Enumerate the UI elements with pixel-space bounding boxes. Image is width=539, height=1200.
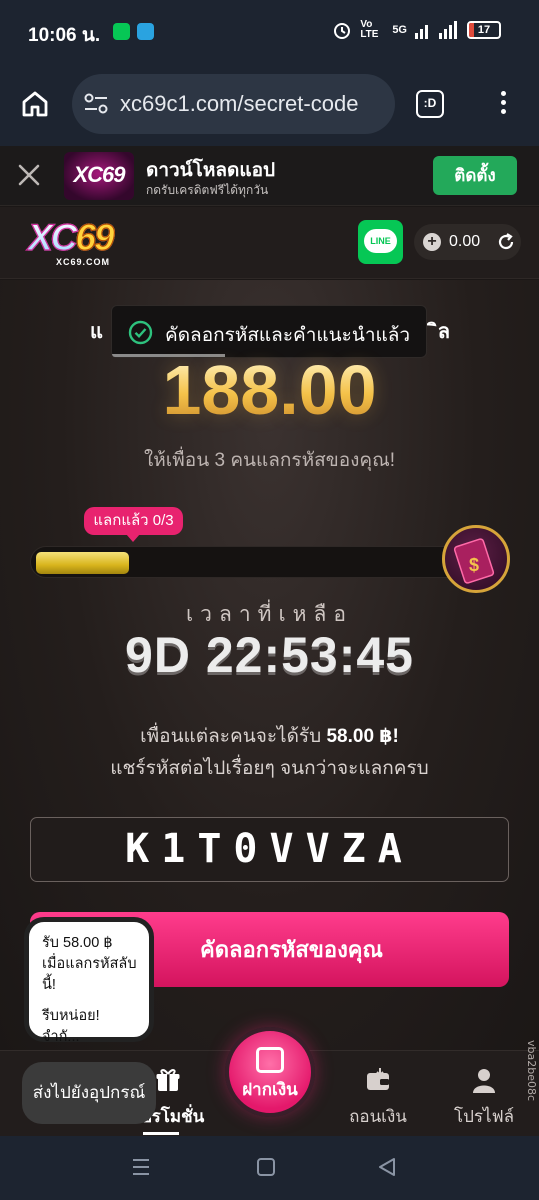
- telegram-notification-icon: [137, 23, 154, 40]
- network-label: Vo LTE: [360, 19, 379, 40]
- address-bar[interactable]: xc69c1.com/secret-code: [72, 74, 395, 134]
- notification-line-2: รีบหน่อย! จำกั...: [42, 1008, 100, 1045]
- deposit-icon: [256, 1047, 284, 1073]
- signal-label: 5G: [392, 24, 407, 36]
- battery-icon: 17: [467, 21, 501, 39]
- promo-title-right: ิล: [437, 321, 450, 343]
- nav-active-indicator: [143, 1132, 179, 1135]
- deposit-label: ฝากเงิน: [242, 1080, 298, 1099]
- back-icon[interactable]: [376, 1156, 398, 1178]
- reward-text: เพื่อนแต่ละคนจะได้รับ 58.00 ฿!: [0, 721, 539, 751]
- url-text: xc69c1.com/secret-code: [120, 91, 359, 116]
- browser-toolbar: xc69c1.com/secret-code :D: [0, 62, 539, 146]
- status-time: 10:06 น.: [28, 25, 101, 46]
- reward-amount: 58.00 ฿!: [326, 726, 399, 747]
- line-contact-button[interactable]: LINE: [358, 220, 403, 264]
- home-button-icon[interactable]: [255, 1156, 277, 1178]
- app-download-banner: XC69 ดาวน์โหลดแอป กดรับเครดิตฟรีได้ทุกวั…: [0, 146, 539, 206]
- version-tag: vba2be08c: [525, 1040, 538, 1102]
- redeem-progress-fill: [36, 552, 129, 574]
- send-to-device-toast[interactable]: ส่งไปยังอุปกรณ์: [22, 1062, 156, 1124]
- add-funds-icon[interactable]: +: [423, 233, 441, 251]
- share-instructions: แชร์รหัสต่อไปเรื่อยๆ จนกว่าจะแลกครบ: [110, 758, 429, 779]
- balance-pill: + 0.00: [414, 224, 521, 260]
- countdown-timer: 9D 22:53:45: [125, 627, 414, 683]
- recent-apps-icon[interactable]: [130, 1156, 152, 1178]
- refresh-icon[interactable]: [496, 232, 516, 252]
- wallet-icon: [367, 1068, 389, 1090]
- bonus-amount: 188.00: [0, 350, 539, 430]
- notification-line-1: รับ 58.00 ฿ เมื่อแลกรหัสลับนี้!: [42, 935, 137, 993]
- install-button[interactable]: ติดตั้ง: [433, 156, 517, 195]
- home-icon[interactable]: [20, 89, 50, 119]
- nav-profile[interactable]: โปรไฟล์: [446, 1051, 522, 1137]
- alarm-icon: [334, 23, 351, 39]
- app-logo: XC69: [64, 152, 134, 200]
- logo-domain: XC69.COM: [56, 257, 111, 267]
- balance-amount: 0.00: [449, 233, 481, 250]
- deposit-button[interactable]: ฝากเงิน: [225, 1027, 315, 1117]
- logo-number: 69: [75, 217, 115, 258]
- redeem-progress-bar: [30, 546, 466, 578]
- redeemed-count-badge: แลกแล้ว 0/3: [84, 507, 183, 542]
- site-logo[interactable]: XC69 XC69.COM: [27, 217, 150, 269]
- signal-icon: [415, 21, 457, 39]
- nav-withdraw[interactable]: ถอนเงิน: [340, 1051, 416, 1137]
- notification-popup[interactable]: รับ 58.00 ฿ เมื่อแลกรหัสลับนี้! รีบหน่อย…: [24, 917, 154, 1045]
- logo-letters: XC: [27, 217, 78, 258]
- site-header: XC69 XC69.COM LINE + 0.00: [0, 207, 539, 279]
- ticket-reward-icon: $: [442, 525, 510, 593]
- gift-icon: [156, 1069, 180, 1091]
- status-indicators: Vo LTE 5G 17: [332, 20, 501, 40]
- promo-title-left: แ: [90, 321, 103, 343]
- tab-switcher-button[interactable]: :D: [416, 90, 444, 118]
- svg-text:$: $: [469, 555, 479, 575]
- system-navigation-bar: [0, 1136, 539, 1200]
- check-circle-icon: [128, 320, 153, 345]
- more-menu-icon[interactable]: [491, 88, 515, 122]
- line-notification-icon: [113, 23, 130, 40]
- close-icon[interactable]: [16, 162, 42, 188]
- site-settings-icon[interactable]: [84, 93, 108, 115]
- user-icon: [473, 1069, 495, 1093]
- status-bar: 10:06 น. Vo LTE 5G 17: [0, 0, 539, 62]
- line-icon: LINE: [364, 229, 397, 253]
- toast-message: คัดลอกรหัสและคำแนะนำแล้ว: [165, 325, 411, 346]
- nav-withdraw-label: ถอนเงิน: [349, 1107, 407, 1126]
- reward-prefix: เพื่อนแต่ละคนจะได้รับ: [140, 726, 327, 747]
- nav-profile-label: โปรไฟล์: [453, 1107, 515, 1126]
- banner-subtitle: กดรับเครดิตฟรีได้ทุกวัน: [146, 183, 269, 197]
- battery-level-fill: [469, 23, 475, 37]
- invite-instructions: ให้เพื่อน 3 คนแลกรหัสของคุณ!: [143, 450, 396, 471]
- secret-code-field[interactable]: K1T0VVZA: [30, 817, 509, 882]
- battery-percent: 17: [477, 24, 491, 36]
